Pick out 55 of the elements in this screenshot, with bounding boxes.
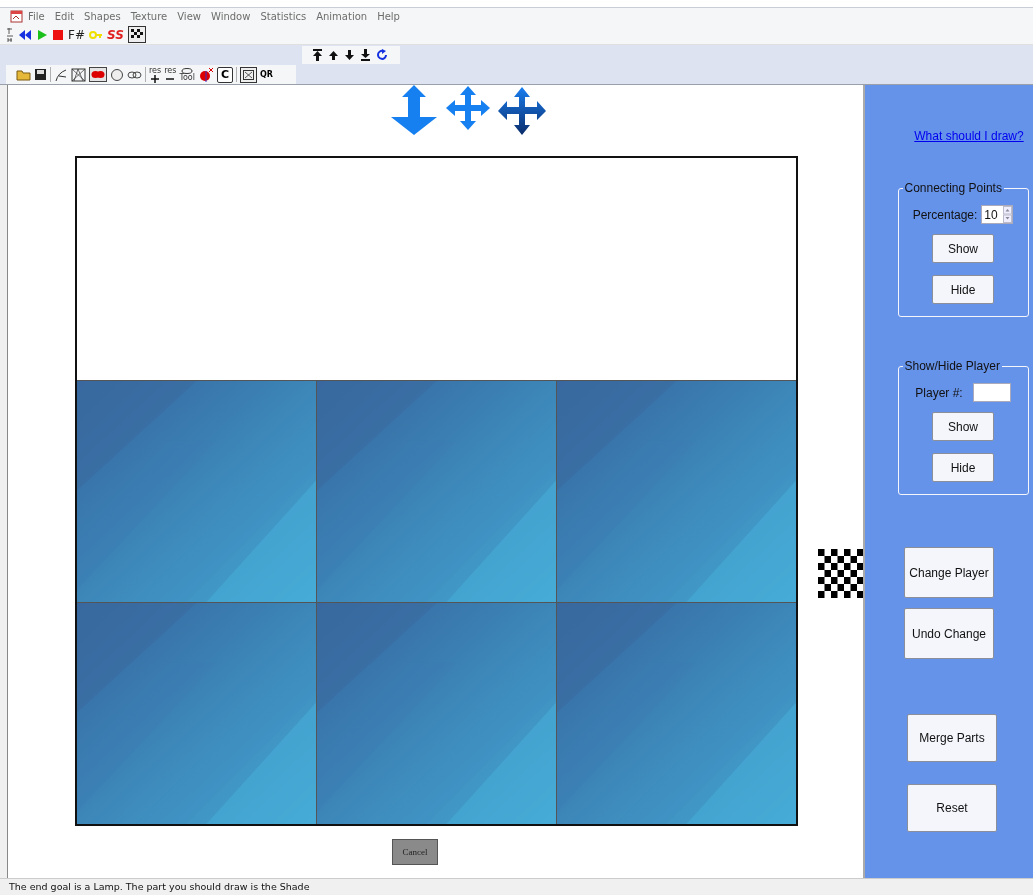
menu-item[interactable]: Animation <box>311 11 373 22</box>
vertical-arrow-icon[interactable] <box>389 85 439 137</box>
action-button[interactable]: Reset <box>907 784 997 832</box>
shape-icon[interactable] <box>181 67 194 74</box>
checkerboard-icon[interactable] <box>127 26 146 43</box>
checkerboard-icon[interactable] <box>818 549 863 599</box>
app-icon[interactable] <box>10 10 23 23</box>
toolbar-label[interactable]: res <box>164 66 177 75</box>
percentage-spinner[interactable]: 10 <box>981 205 1014 224</box>
menu-item[interactable]: View <box>172 11 206 22</box>
panel-button[interactable]: Show <box>932 234 994 263</box>
cancel-button[interactable]: Cancel <box>392 839 438 865</box>
rotate-move-icon[interactable] <box>497 85 547 137</box>
action-button[interactable]: Undo Change <box>904 608 994 659</box>
move-bottom-icon[interactable] <box>360 49 371 61</box>
toolbar-label[interactable]: C <box>216 66 234 83</box>
folder-icon[interactable] <box>16 68 31 81</box>
group-title: Show/Hide Player <box>903 359 1001 373</box>
menu-item[interactable]: Shapes <box>79 11 126 22</box>
toolbar-label[interactable]: F# <box>68 28 85 41</box>
stop-icon[interactable] <box>52 28 64 41</box>
toolbar-label[interactable]: Tool <box>179 73 195 82</box>
rewind-icon[interactable] <box>18 28 32 41</box>
plus-icon[interactable] <box>151 74 160 83</box>
menu-item[interactable]: File <box>23 11 50 22</box>
refresh-icon[interactable] <box>376 49 389 61</box>
menu-item[interactable]: Edit <box>49 11 80 22</box>
panel-button[interactable]: Hide <box>932 453 994 482</box>
group-title: Connecting Points <box>903 181 1003 195</box>
field-label: Player #: <box>915 385 963 400</box>
toolbar-label[interactable]: QR <box>260 68 273 81</box>
circle-icon[interactable] <box>110 67 124 82</box>
menu-item[interactable]: Help <box>372 11 405 22</box>
mesh-icon[interactable] <box>71 67 86 82</box>
action-button[interactable]: Merge Parts <box>907 714 997 762</box>
down-arrow-icon[interactable] <box>344 49 355 61</box>
player-input[interactable] <box>972 383 1011 402</box>
move-icon[interactable] <box>445 85 491 131</box>
status-text: The end goal is a Lamp. The part you should draw is the Shade <box>0 878 1033 895</box>
panel-button[interactable]: Show <box>932 412 994 441</box>
toolbar-label[interactable]: res <box>149 66 162 75</box>
action-button[interactable]: Change Player <box>904 547 994 598</box>
menu-item[interactable]: Window <box>206 11 256 22</box>
panel-button[interactable]: Hide <box>932 275 994 304</box>
branch-line-icon[interactable] <box>54 67 68 82</box>
shape-delete-icon[interactable] <box>197 67 214 82</box>
save-icon[interactable] <box>34 68 47 81</box>
menu-item[interactable]: Statistics <box>255 11 312 22</box>
toolbar-label[interactable]: SS <box>106 28 124 41</box>
frame-icon[interactable] <box>240 66 258 83</box>
move-top-icon[interactable] <box>312 49 323 61</box>
menu-item[interactable]: Texture <box>125 11 173 22</box>
up-arrow-icon[interactable] <box>328 49 339 61</box>
field-label: Percentage: <box>912 207 978 222</box>
drawing-board[interactable] <box>75 156 798 826</box>
